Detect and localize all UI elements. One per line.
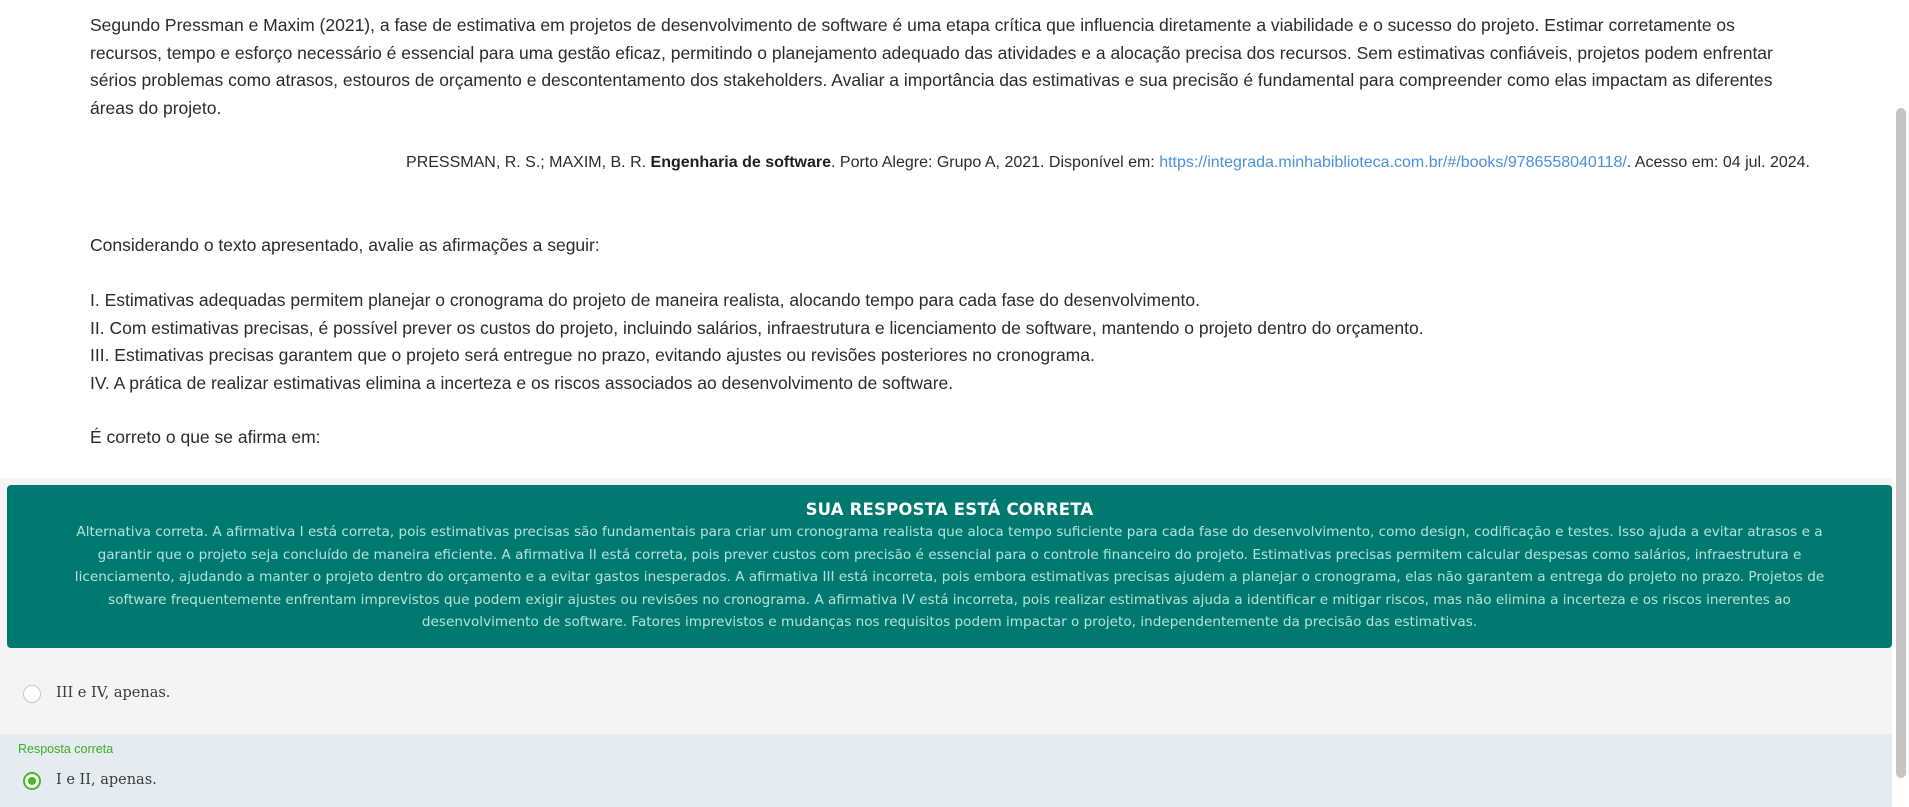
correct-answer-tag: Resposta correta: [18, 742, 114, 756]
reference-link[interactable]: https://integrada.minhabiblioteca.com.br…: [1159, 154, 1627, 171]
vertical-scrollbar[interactable]: [1892, 0, 1909, 807]
consider-text: Considerando o texto apresentado, avalie…: [90, 235, 600, 255]
answer-option-label[interactable]: III e IV, apenas.: [56, 685, 170, 701]
answer-option[interactable]: III e IV, apenas.: [0, 660, 1892, 734]
feedback-text: Alternativa correta. A afirmativa I está…: [74, 524, 1825, 630]
reference-authors: PRESSMAN, R. S.; MAXIM, B. R.: [406, 154, 651, 171]
feedback-banner: SUA RESPOSTA ESTÁ CORRETA Alternativa co…: [7, 485, 1892, 648]
question-panel: Segundo Pressman e Maxim (2021), a fase …: [0, 0, 1892, 478]
answer-option-label[interactable]: I e II, apenas.: [56, 772, 157, 788]
reference-publisher: . Porto Alegre: Grupo A, 2021. Disponíve…: [831, 154, 1160, 171]
reference-access-date: . Acesso em: 04 jul. 2024.: [1626, 154, 1810, 171]
scrollbar-thumb[interactable]: [1896, 108, 1906, 778]
statement-item: II. Com estimativas precisas, é possível…: [90, 317, 1424, 338]
quiz-page: Segundo Pressman e Maxim (2021), a fase …: [0, 0, 1892, 807]
statement-item: IV. A prática de realizar estimativas el…: [90, 372, 954, 393]
statement-item: I. Estimativas adequadas permitem planej…: [90, 290, 1200, 310]
answer-option-correct[interactable]: Resposta correta I e II, apenas.: [0, 734, 1892, 807]
question-paragraph: Segundo Pressman e Maxim (2021), a fase …: [90, 15, 1773, 118]
reference-book-title: Engenharia de software: [650, 154, 832, 171]
statement-list: I. Estimativas adequadas permitem planej…: [90, 287, 1424, 397]
radio-button-unchecked[interactable]: [23, 685, 41, 703]
reference-citation: PRESSMAN, R. S.; MAXIM, B. R. Engenharia…: [90, 150, 1810, 176]
statement-item: III. Estimativas precisas garantem que o…: [90, 345, 1095, 365]
feedback-title: SUA RESPOSTA ESTÁ CORRETA: [805, 500, 1094, 519]
question-prompt: É correto o que se afirma em:: [90, 427, 321, 447]
radio-button-checked[interactable]: [23, 772, 41, 790]
